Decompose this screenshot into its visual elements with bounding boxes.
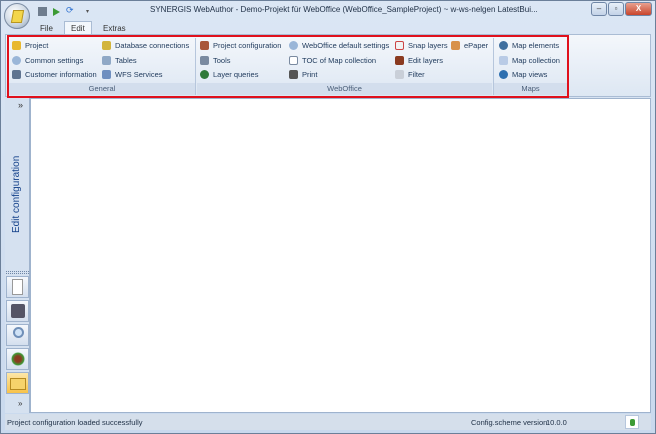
user-status-button[interactable] — [625, 415, 639, 429]
maximize-button[interactable]: ▫ — [608, 2, 624, 16]
content-area — [30, 98, 651, 413]
splitter-handle[interactable] — [6, 271, 29, 274]
customize-quick-access-icon[interactable]: ▾ — [86, 8, 95, 17]
layers-icon — [11, 304, 25, 318]
magnifier-icon — [13, 327, 24, 338]
close-button[interactable]: X — [625, 2, 652, 16]
expand-panel-button[interactable]: » — [18, 100, 23, 110]
nav-new-button[interactable] — [6, 276, 29, 298]
highlight-box — [7, 35, 569, 98]
app-menu-button[interactable] — [4, 3, 30, 29]
edit-tools-icon — [11, 352, 25, 366]
panel-title: Edit configuration — [11, 155, 22, 233]
version-label: Config.scheme version: — [471, 418, 550, 427]
refresh-icon[interactable]: ⟳ — [66, 5, 75, 15]
window-title: SYNERGIS WebAuthor - Demo-Projekt für We… — [150, 5, 538, 14]
status-message: Project configuration loaded successfull… — [7, 418, 143, 427]
minimize-button[interactable]: – — [591, 2, 607, 16]
user-icon — [630, 419, 635, 426]
folder-icon — [10, 378, 26, 390]
new-document-icon — [12, 279, 23, 295]
tab-edit[interactable]: Edit — [64, 21, 92, 34]
tab-extras[interactable]: Extras — [97, 23, 132, 34]
nav-search-button[interactable] — [6, 324, 29, 346]
run-icon[interactable] — [53, 8, 60, 16]
status-bar: Project configuration loaded successfull… — [5, 414, 651, 430]
nav-layers-button[interactable] — [6, 300, 29, 322]
app-logo-icon — [10, 10, 25, 23]
save-icon[interactable] — [38, 7, 47, 16]
nav-open-button[interactable] — [6, 372, 29, 394]
more-buttons-button[interactable]: » — [18, 399, 22, 408]
nav-edit-button[interactable] — [6, 348, 29, 370]
version-value: 10.0.0 — [546, 418, 567, 427]
tab-file[interactable]: File — [34, 23, 59, 34]
